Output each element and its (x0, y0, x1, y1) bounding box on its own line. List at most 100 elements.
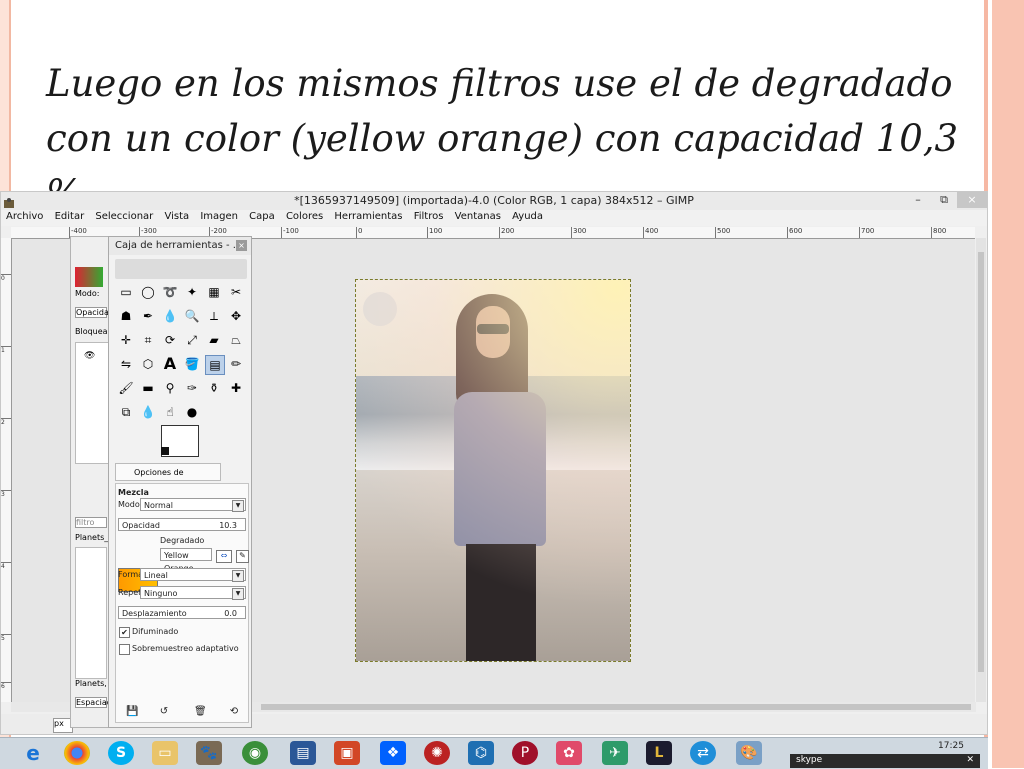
chrome-icon[interactable] (64, 741, 90, 765)
color-picker-icon[interactable]: 💧 (161, 307, 179, 325)
rotate-icon[interactable]: ⟳ (161, 331, 179, 349)
reset-options-icon[interactable]: ⟲ (228, 706, 240, 718)
restore-options-icon[interactable]: ↺ (158, 706, 170, 718)
menu-editar[interactable]: Editar (50, 210, 88, 222)
ellipse-select-icon[interactable]: ◯ (139, 283, 157, 301)
airbrush-icon[interactable]: ⚲ (161, 379, 179, 397)
menu-capa[interactable]: Capa (244, 210, 278, 222)
magic-wand-icon[interactable]: ✦ (183, 283, 201, 301)
skype-tray-label[interactable]: skype (796, 755, 822, 765)
paintbrush-icon[interactable]: 🖌 (117, 379, 135, 397)
adaptive-supersampling-checkbox[interactable] (119, 644, 130, 655)
menu-imagen[interactable]: Imagen (195, 210, 241, 222)
measure-icon[interactable]: ⟂ (205, 307, 223, 325)
text-tool-icon[interactable]: A (161, 355, 179, 373)
league-of-legends-icon[interactable]: L (646, 741, 672, 765)
ink-icon[interactable]: ✑ (183, 379, 201, 397)
dock-tab-icon[interactable] (75, 267, 103, 287)
menu-herramientas[interactable]: Herramientas (329, 210, 405, 222)
word-icon[interactable]: ▤ (290, 741, 316, 765)
minimize-button[interactable]: – (907, 192, 929, 208)
internet-explorer-icon[interactable]: e (20, 741, 46, 765)
shear-icon[interactable]: ▰ (205, 331, 223, 349)
repeat-select[interactable]: Ninguno ▼ (140, 586, 246, 600)
menu-seleccionar[interactable]: Seleccionar (90, 210, 156, 222)
align-icon[interactable]: ✛ (117, 331, 135, 349)
powerpoint-icon[interactable]: ▣ (334, 741, 360, 765)
zoom-icon[interactable]: 🔍 (183, 307, 201, 325)
dithering-checkbox[interactable]: ✔ (119, 627, 130, 638)
lasso-icon[interactable]: ➰ (161, 283, 179, 301)
heal-icon[interactable]: ✚ (227, 379, 245, 397)
close-button[interactable]: × (957, 192, 987, 208)
save-options-icon[interactable]: 💾 (126, 706, 138, 718)
perspective-icon[interactable]: ⏢ (227, 331, 245, 349)
skype-icon[interactable]: S (108, 741, 134, 765)
restore-button[interactable]: ⧉ (933, 192, 955, 208)
tray-close-icon[interactable]: ✕ (966, 755, 974, 765)
smudge-icon[interactable]: ☝ (161, 403, 179, 421)
app-icon[interactable]: ✿ (556, 741, 582, 765)
window-titlebar[interactable]: *[1365937149509] (importada)-4.0 (Color … (1, 192, 987, 211)
tool-options-tab[interactable]: Opciones de herramienta (115, 463, 221, 495)
gimp-taskbar-icon[interactable]: 🐾 (196, 741, 222, 765)
foreground-select-icon[interactable]: ☗ (117, 307, 135, 325)
pencil-icon[interactable]: ✏ (227, 355, 245, 373)
dropbox-icon[interactable]: ❖ (380, 741, 406, 765)
menu-filtros[interactable]: Filtros (409, 210, 447, 222)
toolbox-title[interactable]: Caja de herramientas - ... (109, 237, 251, 255)
cage-transform-icon[interactable]: ⬡ (139, 355, 157, 373)
dodge-burn-icon[interactable]: ● (183, 403, 201, 421)
vertical-scrollbar[interactable] (976, 238, 986, 702)
chevron-down-icon[interactable]: ▼ (232, 500, 244, 512)
blur-icon[interactable]: 💧 (139, 403, 157, 421)
paint-icon[interactable]: 🎨 (736, 741, 762, 765)
move-icon[interactable]: ✥ (227, 307, 245, 325)
reverse-gradient-icon[interactable]: ⇔ (216, 550, 232, 563)
select-by-color-icon[interactable]: ▦ (205, 283, 223, 301)
offset-slider[interactable]: Desplazamiento 0.0 (118, 606, 246, 619)
mode-select[interactable]: Normal ▼ (140, 498, 246, 512)
file-explorer-icon[interactable]: ▭ (152, 741, 178, 765)
menu-vista[interactable]: Vista (159, 210, 192, 222)
chevron-down-icon[interactable]: ▼ (232, 570, 244, 582)
menu-ayuda[interactable]: Ayuda (507, 210, 546, 222)
menu-colores[interactable]: Colores (281, 210, 326, 222)
rect-select-icon[interactable]: ▭ (117, 283, 135, 301)
gradient-tool-icon[interactable]: ▤ (205, 355, 225, 375)
dock-spacing-label[interactable]: Espaciad (75, 697, 112, 708)
fg-bg-colors[interactable] (161, 425, 199, 457)
eraser-icon[interactable]: ▬ (139, 379, 157, 397)
dock-brush-list[interactable] (75, 547, 107, 679)
opacity-slider[interactable]: Opacidad 10.3 (118, 518, 246, 531)
bucket-fill-icon[interactable]: 🪣 (183, 355, 201, 373)
app-icon[interactable]: ✈ (602, 741, 628, 765)
paths-icon[interactable]: ✒ (139, 307, 157, 325)
image-canvas[interactable] (355, 279, 631, 662)
edit-gradient-icon[interactable]: ✎ (236, 550, 249, 563)
menu-archivo[interactable]: Archivo (1, 210, 46, 222)
gradient-name[interactable]: Yellow Orange (160, 548, 212, 573)
vertical-scroll-thumb[interactable] (978, 252, 984, 672)
dock-opacity-label[interactable]: Opacidad (75, 307, 114, 318)
menu-ventanas[interactable]: Ventanas (450, 210, 504, 222)
teamviewer-icon[interactable]: ⇄ (690, 741, 716, 765)
toolbox-close-button[interactable]: × (236, 240, 247, 251)
flip-icon[interactable]: ⇋ (117, 355, 135, 373)
taskbar-clock[interactable]: 17:25 (938, 741, 964, 751)
antivirus-icon[interactable]: ✺ (424, 741, 450, 765)
chevron-down-icon[interactable]: ▼ (232, 588, 244, 600)
perspective-clone-icon[interactable]: ⧉ (117, 403, 135, 421)
horizontal-scroll-thumb[interactable] (261, 704, 971, 710)
shape-select[interactable]: Lineal ▼ (140, 568, 246, 582)
delete-options-icon[interactable]: 🗑 (194, 706, 207, 718)
globe-app-icon[interactable]: ◉ (242, 741, 268, 765)
dock-layer-list[interactable]: 👁 (75, 342, 109, 464)
scissors-icon[interactable]: ✂ (227, 283, 245, 301)
crop-icon[interactable]: ⌗ (139, 331, 157, 349)
vertical-ruler[interactable]: 0 1 2 3 4 5 6 (1, 238, 12, 702)
eye-icon[interactable]: 👁 (84, 351, 95, 361)
remote-desktop-icon[interactable]: ⌬ (468, 741, 494, 765)
foreground-color-swatch[interactable] (161, 447, 169, 455)
clone-icon[interactable]: ⚱ (205, 379, 223, 397)
